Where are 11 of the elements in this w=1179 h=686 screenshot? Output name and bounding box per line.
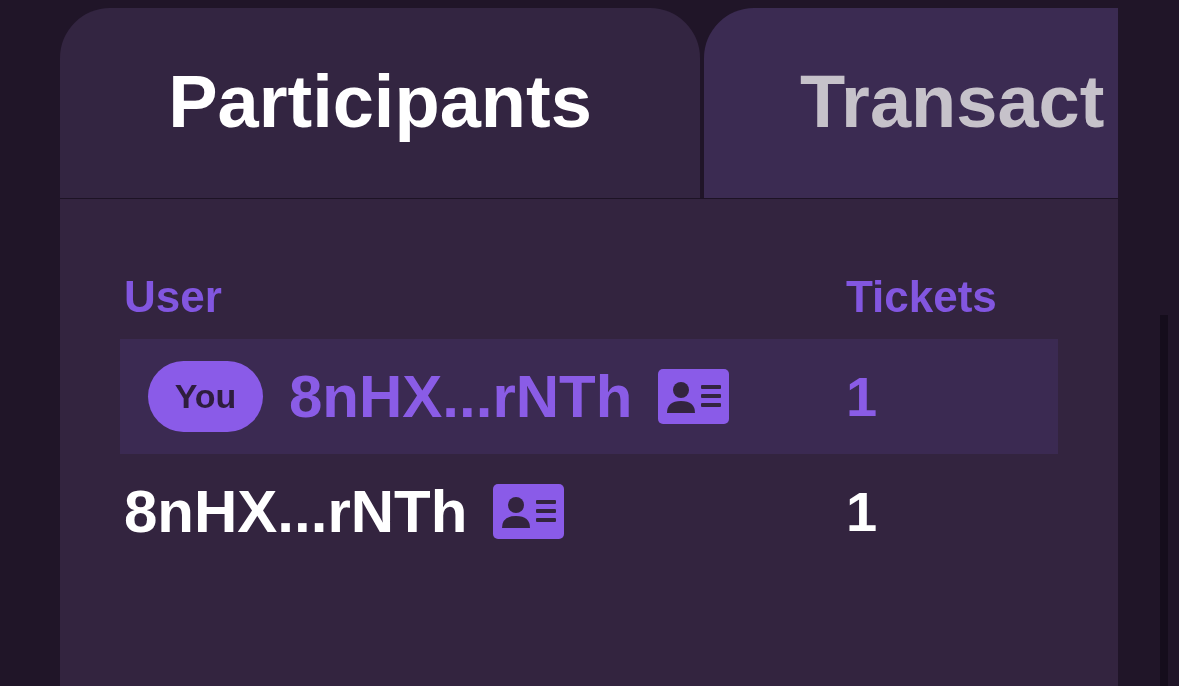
- you-badge: You: [148, 361, 263, 432]
- wallet-address: 8nHX...rNTh: [289, 362, 633, 431]
- ticket-count: 1: [845, 364, 878, 429]
- wallet-address: 8nHX...rNTh: [124, 477, 468, 546]
- id-card-icon[interactable]: [493, 484, 565, 539]
- ticket-count: 1: [845, 479, 878, 544]
- column-header: User: [123, 271, 222, 323]
- tab[interactable]: Participants: [60, 8, 700, 198]
- tab[interactable]: Transact: [704, 8, 1118, 198]
- id-card-icon[interactable]: [658, 369, 730, 424]
- column-header: Tickets: [845, 271, 997, 323]
